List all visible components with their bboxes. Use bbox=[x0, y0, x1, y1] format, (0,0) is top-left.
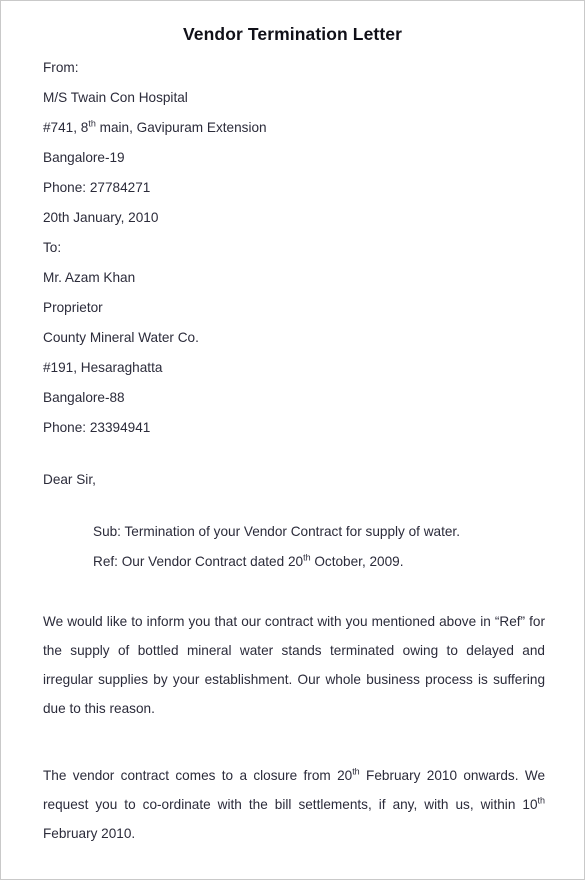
paragraph-2-ordinal-1: th bbox=[352, 766, 360, 777]
letter-page: Vendor Termination Letter From: M/S Twai… bbox=[0, 0, 585, 880]
sender-street-prefix: #741, 8 bbox=[43, 120, 89, 136]
recipient-company: County Mineral Water Co. bbox=[43, 330, 199, 346]
spacer-before-thanks bbox=[43, 848, 546, 879]
sender-phone: Phone: 27784271 bbox=[43, 180, 151, 196]
recipient-address-block: To: Mr. Azam Khan Proprietor County Mine… bbox=[43, 233, 546, 443]
sender-city: Bangalore-19 bbox=[43, 150, 125, 166]
letter-date: 20th January, 2010 bbox=[43, 210, 159, 226]
paragraph-1: We would like to inform you that our con… bbox=[43, 614, 545, 717]
recipient-phone: Phone: 23394941 bbox=[43, 420, 151, 436]
spacer-before-salutation bbox=[43, 443, 546, 465]
letter-body: From: M/S Twain Con Hospital #741, 8th m… bbox=[1, 53, 584, 879]
subject-reference-block: Sub: Termination of your Vendor Contract… bbox=[93, 517, 546, 577]
recipient-designation: Proprietor bbox=[43, 300, 103, 316]
reference-suffix: October, 2009. bbox=[310, 554, 404, 570]
spacer-between-paragraphs bbox=[43, 723, 546, 761]
spacer-before-subject bbox=[43, 495, 546, 517]
page-title: Vendor Termination Letter bbox=[182, 24, 402, 44]
spacer-before-paragraph-1 bbox=[43, 577, 546, 607]
recipient-street: #191, Hesaraghatta bbox=[43, 360, 163, 376]
reference-line: Ref: Our Vendor Contract dated 20th Octo… bbox=[93, 547, 546, 577]
sender-address-block: From: M/S Twain Con Hospital #741, 8th m… bbox=[43, 53, 546, 233]
to-label: To: bbox=[43, 240, 62, 256]
paragraph-2: The vendor contract comes to a closure f… bbox=[43, 761, 546, 848]
reference-ordinal: th bbox=[303, 552, 311, 563]
reference-prefix: Ref: Our Vendor Contract dated 20 bbox=[93, 554, 304, 570]
recipient-name: Mr. Azam Khan bbox=[43, 270, 136, 286]
sender-street-suffix: main, Gavipuram Extension bbox=[95, 120, 267, 136]
sender-street: #741, 8th main, Gavipuram Extension bbox=[43, 113, 546, 143]
paragraph-2-part-3: February 2010. bbox=[43, 826, 136, 842]
subject-line: Sub: Termination of your Vendor Contract… bbox=[93, 524, 460, 540]
salutation: Dear Sir, bbox=[43, 472, 96, 488]
sender-street-ordinal: th bbox=[88, 118, 96, 129]
from-label: From: bbox=[43, 60, 79, 76]
recipient-city: Bangalore-88 bbox=[43, 390, 125, 406]
paragraph-2-ordinal-2: th bbox=[537, 795, 545, 806]
sender-organization: M/S Twain Con Hospital bbox=[43, 90, 188, 106]
paragraph-2-part-1: The vendor contract comes to a closure f… bbox=[43, 768, 353, 784]
